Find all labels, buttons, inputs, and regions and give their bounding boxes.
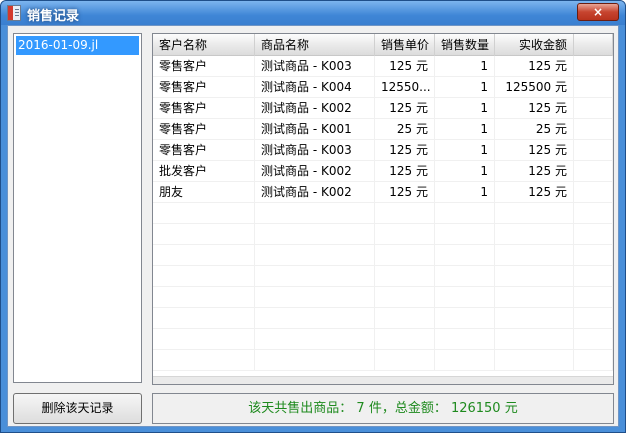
table-row[interactable]: 朋友 测试商品 - K002 125 元 1 125 元 xyxy=(153,182,613,203)
cell-quantity: 1 xyxy=(435,77,495,98)
table-header: 客户名称 商品名称 销售单价 销售数量 实收金额 xyxy=(153,34,613,56)
cell-product: 测试商品 - K003 xyxy=(255,140,375,161)
cell-amount: 125 元 xyxy=(495,161,574,182)
cell-customer: 零售客户 xyxy=(153,77,255,98)
table-row[interactable]: 零售客户 测试商品 - K003 125 元 1 125 元 xyxy=(153,140,613,161)
cell-customer: 零售客户 xyxy=(153,98,255,119)
cell-product: 测试商品 - K004 xyxy=(255,77,375,98)
client-area: 2016-01-09.jl 客户名称 商品名称 销售单价 销售数量 实收金额 零… xyxy=(7,25,619,427)
cell-customer: 零售客户 xyxy=(153,119,255,140)
empty-row xyxy=(153,245,613,266)
cell-quantity: 1 xyxy=(435,182,495,203)
column-amount[interactable]: 实收金额 xyxy=(495,34,574,56)
column-product-name[interactable]: 商品名称 xyxy=(255,34,375,56)
cell-price: 12550... xyxy=(375,77,435,98)
cell-quantity: 1 xyxy=(435,161,495,182)
empty-row xyxy=(153,350,613,371)
app-window: 销售记录 × 2016-01-09.jl 客户名称 商品名称 销售单价 销售数量… xyxy=(0,0,626,433)
table-body: 零售客户 测试商品 - K003 125 元 1 125 元 零售客户 测试商品… xyxy=(153,56,613,371)
cell-amount: 125 元 xyxy=(495,56,574,77)
cell-quantity: 1 xyxy=(435,119,495,140)
column-customer-name[interactable]: 客户名称 xyxy=(153,34,255,56)
cell-price: 125 元 xyxy=(375,140,435,161)
daily-summary: 该天共售出商品： 7 件，总金额： 126150 元 xyxy=(152,393,614,424)
cell-quantity: 1 xyxy=(435,98,495,119)
cell-price: 125 元 xyxy=(375,161,435,182)
empty-row xyxy=(153,308,613,329)
table-row[interactable]: 零售客户 测试商品 - K003 125 元 1 125 元 xyxy=(153,56,613,77)
cell-product: 测试商品 - K001 xyxy=(255,119,375,140)
table-row[interactable]: 零售客户 测试商品 - K001 25 元 1 25 元 xyxy=(153,119,613,140)
cell-amount: 125 元 xyxy=(495,182,574,203)
empty-row xyxy=(153,329,613,350)
cell-filler xyxy=(574,77,613,98)
cell-amount: 25 元 xyxy=(495,119,574,140)
table-row[interactable]: 批发客户 测试商品 - K002 125 元 1 125 元 xyxy=(153,161,613,182)
cell-filler xyxy=(574,119,613,140)
column-filler xyxy=(574,34,613,56)
title-bar[interactable]: 销售记录 × xyxy=(1,1,625,25)
file-item-selected[interactable]: 2016-01-09.jl xyxy=(16,36,139,55)
empty-row xyxy=(153,266,613,287)
empty-row xyxy=(153,203,613,224)
cell-quantity: 1 xyxy=(435,140,495,161)
record-file-list[interactable]: 2016-01-09.jl xyxy=(13,33,142,383)
cell-price: 125 元 xyxy=(375,182,435,203)
cell-amount: 125 元 xyxy=(495,140,574,161)
cell-amount: 125500 元 xyxy=(495,77,574,98)
cell-customer: 批发客户 xyxy=(153,161,255,182)
window-title: 销售记录 xyxy=(27,9,80,24)
cell-filler xyxy=(574,182,613,203)
close-button[interactable]: × xyxy=(577,3,619,21)
cell-filler xyxy=(574,140,613,161)
table-row[interactable]: 零售客户 测试商品 - K004 12550... 1 125500 元 xyxy=(153,77,613,98)
cell-customer: 零售客户 xyxy=(153,140,255,161)
sales-table[interactable]: 客户名称 商品名称 销售单价 销售数量 实收金额 零售客户 测试商品 - K00… xyxy=(152,33,614,385)
cell-customer: 零售客户 xyxy=(153,56,255,77)
delete-day-records-button[interactable]: 删除该天记录 xyxy=(13,393,142,424)
empty-row xyxy=(153,287,613,308)
cell-product: 测试商品 - K002 xyxy=(255,182,375,203)
cell-price: 125 元 xyxy=(375,98,435,119)
horizontal-scrollbar[interactable] xyxy=(153,376,613,384)
column-unit-price[interactable]: 销售单价 xyxy=(375,34,435,56)
table-row[interactable]: 零售客户 测试商品 - K002 125 元 1 125 元 xyxy=(153,98,613,119)
cell-amount: 125 元 xyxy=(495,98,574,119)
cell-filler xyxy=(574,161,613,182)
app-icon xyxy=(7,5,21,21)
cell-filler xyxy=(574,56,613,77)
empty-row xyxy=(153,224,613,245)
cell-product: 测试商品 - K002 xyxy=(255,98,375,119)
cell-filler xyxy=(574,98,613,119)
cell-price: 125 元 xyxy=(375,56,435,77)
cell-quantity: 1 xyxy=(435,56,495,77)
cell-customer: 朋友 xyxy=(153,182,255,203)
cell-price: 25 元 xyxy=(375,119,435,140)
cell-product: 测试商品 - K003 xyxy=(255,56,375,77)
column-quantity[interactable]: 销售数量 xyxy=(435,34,495,56)
cell-product: 测试商品 - K002 xyxy=(255,161,375,182)
